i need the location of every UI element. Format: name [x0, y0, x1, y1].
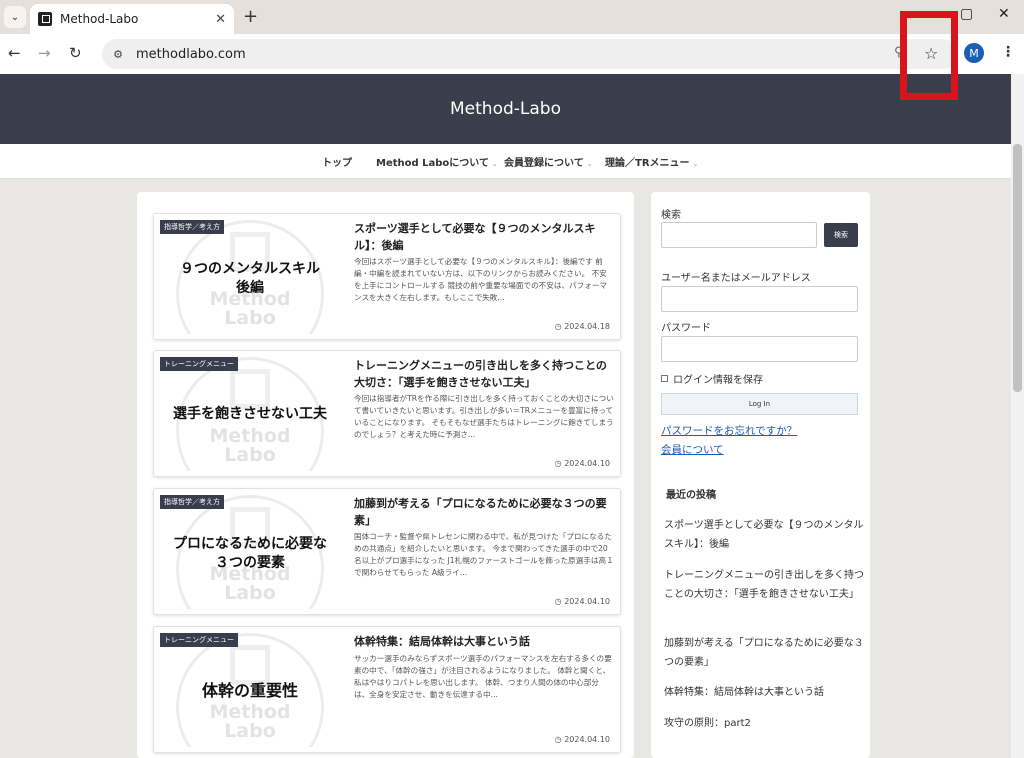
- post-date-text: 2024.04.10: [564, 459, 610, 468]
- site-info-icon[interactable]: ⚙: [110, 46, 126, 62]
- recent-post-link[interactable]: 体幹特集：結局体幹は大事という話: [664, 683, 864, 702]
- remember-me-label: ログイン情報を保存: [673, 375, 763, 386]
- category-badge[interactable]: トレーニングメニュー: [160, 633, 238, 647]
- remember-me-checkbox[interactable]: ログイン情報を保存: [661, 371, 763, 386]
- forgot-password-link[interactable]: パスワードをお忘れですか？: [661, 423, 797, 438]
- tab-strip: ⌄ Method-Labo ✕ + ▢ ✕: [0, 0, 1024, 34]
- back-arrow-icon[interactable]: ←: [8, 44, 21, 62]
- close-tab-icon[interactable]: ✕: [215, 12, 226, 27]
- nav-item-label: 会員登録について: [504, 158, 584, 169]
- nav-item-label: Method Laboについて: [376, 158, 489, 169]
- nav-item-label: 理論／TRメニュー: [605, 158, 690, 169]
- post-date-text: 2024.04.18: [564, 322, 610, 331]
- browser-tab[interactable]: Method-Labo ✕: [30, 4, 234, 34]
- checkbox-box[interactable]: [661, 375, 668, 382]
- post-excerpt: サッカー選手のみならずスポーツ選手のパフォーマンスを左右する多くの要素の中で、「…: [354, 654, 612, 699]
- nav-item-about[interactable]: Method Laboについて ⌄: [376, 154, 498, 169]
- post-list: Method Labo ９つのメンタルスキル 後編 指導哲学／考え方 スポーツ選…: [137, 192, 634, 758]
- thumb-watermark: Method Labo: [209, 701, 291, 742]
- thumb-logo-mark: [230, 369, 270, 409]
- password-field[interactable]: [661, 336, 858, 362]
- category-badge[interactable]: 指導哲学／考え方: [160, 495, 224, 509]
- nav-item-membership[interactable]: 会員登録について ⌄: [504, 154, 593, 169]
- recent-post-link[interactable]: 攻守の原則：part2: [664, 714, 864, 733]
- nav-item-top[interactable]: トップ: [322, 154, 352, 169]
- browser-toolbar: ← → ↻ ⚙ methodlabo.com ⚲ ☆: [0, 34, 1024, 74]
- clock-icon: ◷: [554, 735, 562, 744]
- scrollbar-thumb[interactable]: [1013, 144, 1022, 392]
- clock-icon: ◷: [554, 597, 562, 606]
- thumb-caption: 体幹の重要性: [201, 681, 298, 700]
- tab-title: Method-Labo: [60, 12, 139, 26]
- sidebar: 検索 検索 ユーザー名またはメールアドレス パスワード ログイン情報を保存 Lo…: [651, 192, 870, 758]
- post-title[interactable]: 体幹特集：結局体幹は大事という話: [354, 633, 614, 650]
- post-excerpt: 国体コーチ・監督や県トレセンに関わる中で、私が見つけた「プロになるための共通点」…: [354, 532, 614, 577]
- post-thumbnail[interactable]: Method Labo プロになるために必要な ３つの要素 指導哲学／考え方: [160, 495, 340, 609]
- post-card[interactable]: Method Labo プロになるために必要な ３つの要素 指導哲学／考え方 加…: [153, 488, 621, 615]
- url-text[interactable]: methodlabo.com: [136, 47, 246, 62]
- nav-item-label: トップ: [322, 158, 352, 169]
- recent-post-link[interactable]: トレーニングメニューの引き出しを多く持つことの大切さ：「選手を飽きさせない工夫」: [664, 566, 864, 604]
- site-favicon-icon: [38, 12, 52, 26]
- search-label: 検索: [661, 210, 681, 221]
- search-input[interactable]: [661, 222, 817, 248]
- post-date: ◷ 2024.04.10: [555, 459, 610, 468]
- nav-item-theory[interactable]: 理論／TRメニュー ⌄: [605, 154, 698, 169]
- recent-post-link[interactable]: スポーツ選手として必要な【９つのメンタルスキル】：後編: [664, 516, 864, 554]
- post-excerpt: 今回は指導者がTRを作る際に引き出しを多く持っておくことの大切さについて書いてい…: [354, 394, 614, 439]
- highlight-annotation-box: [900, 11, 958, 100]
- category-badge[interactable]: 指導哲学／考え方: [160, 220, 224, 234]
- post-title[interactable]: トレーニングメニューの引き出しを多く持つことの大切さ：「選手を飽きさせない工夫」: [354, 357, 614, 391]
- post-date-text: 2024.04.10: [564, 735, 610, 744]
- post-card[interactable]: Method Labo ９つのメンタルスキル 後編 指導哲学／考え方 スポーツ選…: [153, 213, 621, 340]
- new-tab-icon[interactable]: +: [243, 6, 258, 27]
- post-date-text: 2024.04.10: [564, 597, 610, 606]
- chevron-down-icon: ⌄: [492, 160, 498, 168]
- browser-menu-icon[interactable]: ⋮: [1001, 44, 1015, 60]
- profile-avatar[interactable]: M: [964, 43, 984, 63]
- site-header: Method-Labo: [0, 74, 1011, 144]
- search-button[interactable]: 検索: [824, 223, 858, 247]
- tab-search-button[interactable]: ⌄: [4, 6, 26, 28]
- close-window-icon[interactable]: ✕: [998, 6, 1010, 22]
- site-title[interactable]: Method-Labo: [450, 99, 561, 119]
- maximize-icon[interactable]: ▢: [960, 6, 973, 22]
- thumb-caption: ９つのメンタルスキル 後編: [180, 261, 320, 296]
- post-card[interactable]: Method Labo 体幹の重要性 トレーニングメニュー 体幹特集：結局体幹は…: [153, 626, 621, 753]
- post-title[interactable]: 加藤到が考える「プロになるために必要な３つの要素」: [354, 495, 614, 529]
- forward-arrow-icon[interactable]: →: [38, 44, 51, 62]
- category-badge[interactable]: トレーニングメニュー: [160, 357, 238, 371]
- login-button[interactable]: Log In: [661, 393, 858, 415]
- post-title[interactable]: スポーツ選手として必要な【９つのメンタルスキル】：後編: [354, 220, 614, 254]
- username-field[interactable]: [661, 286, 858, 312]
- global-nav: トップ Method Laboについて ⌄ 会員登録について ⌄ 理論／TRメニュー…: [0, 144, 1011, 179]
- clock-icon: ◷: [554, 459, 562, 468]
- post-card[interactable]: Method Labo 選手を飽きさせない工夫 トレーニングメニュー トレーニン…: [153, 350, 621, 477]
- post-thumbnail[interactable]: Method Labo 体幹の重要性 トレーニングメニュー: [160, 633, 340, 747]
- recent-posts-heading: 最近の投稿: [666, 490, 716, 501]
- recent-post-link[interactable]: 加藤到が考える「プロになるために必要な３つの要素」: [664, 634, 864, 672]
- clock-icon: ◷: [554, 322, 562, 331]
- thumb-caption: プロになるために必要な ３つの要素: [173, 536, 327, 571]
- reload-icon[interactable]: ↻: [69, 44, 82, 62]
- post-excerpt: 今回はスポーツ選手として必要な【９つのメンタルスキル】：後編です 前編・中編を読…: [354, 257, 608, 302]
- thumb-caption: 選手を飽きさせない工夫: [173, 406, 327, 422]
- thumb-watermark: Method Labo: [209, 425, 291, 466]
- post-thumbnail[interactable]: Method Labo ９つのメンタルスキル 後編 指導哲学／考え方: [160, 220, 340, 334]
- chevron-down-icon: ⌄: [586, 160, 593, 168]
- password-label: パスワード: [661, 323, 711, 334]
- post-date: ◷ 2024.04.10: [555, 735, 610, 744]
- post-thumbnail[interactable]: Method Labo 選手を飽きさせない工夫 トレーニングメニュー: [160, 357, 340, 471]
- chevron-down-icon: ⌄: [692, 160, 699, 168]
- thumb-logo-mark: [230, 645, 270, 685]
- membership-link[interactable]: 会員について: [661, 442, 724, 457]
- username-label: ユーザー名またはメールアドレス: [661, 273, 811, 284]
- post-date: ◷ 2024.04.18: [555, 322, 610, 331]
- address-bar[interactable]: ⚙ methodlabo.com ⚲ ☆: [102, 39, 958, 69]
- post-date: ◷ 2024.04.10: [555, 597, 610, 606]
